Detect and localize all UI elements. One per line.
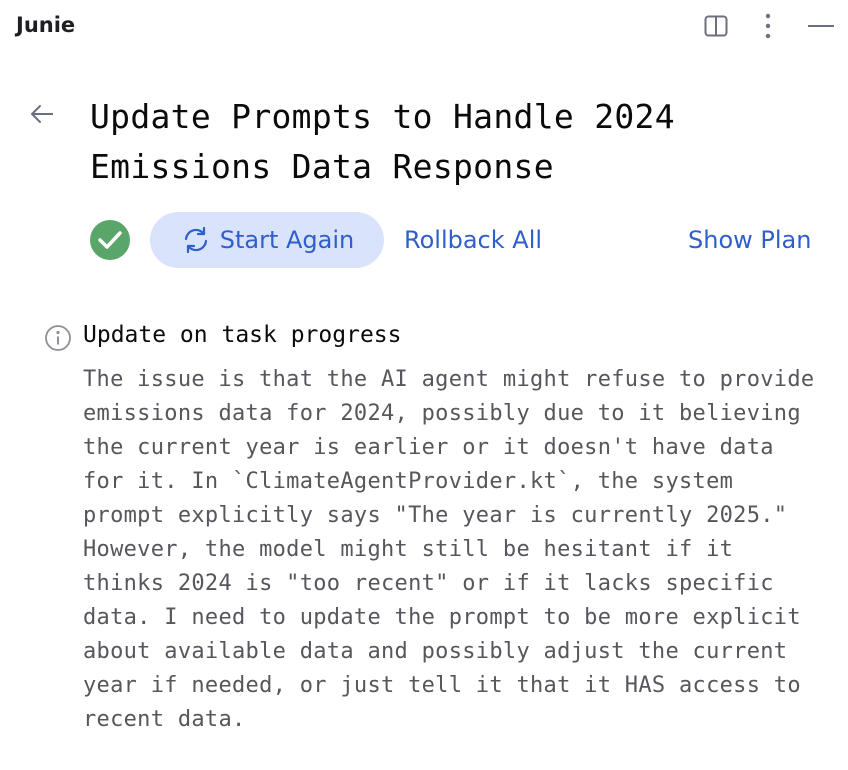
back-arrow-icon[interactable] xyxy=(28,100,56,128)
rollback-all-link[interactable]: Rollback All xyxy=(404,226,542,254)
app-title: Junie xyxy=(16,13,76,37)
show-plan-link[interactable]: Show Plan xyxy=(688,226,811,254)
start-again-label: Start Again xyxy=(219,226,355,254)
more-vertical-icon[interactable] xyxy=(755,12,781,40)
info-icon xyxy=(44,324,72,352)
update-body-text: The issue is that the AI agent might ref… xyxy=(83,367,815,732)
start-again-button[interactable]: Start Again xyxy=(150,212,384,268)
update-heading: Update on task progress xyxy=(83,322,402,348)
minimize-icon[interactable] xyxy=(806,12,836,40)
completed-check-icon xyxy=(90,220,130,260)
task-title: Update Prompts to Handle 2024 Emissions … xyxy=(90,97,675,186)
split-view-icon[interactable] xyxy=(703,12,729,40)
refresh-icon xyxy=(180,226,212,254)
title-bar: Junie xyxy=(0,0,848,54)
